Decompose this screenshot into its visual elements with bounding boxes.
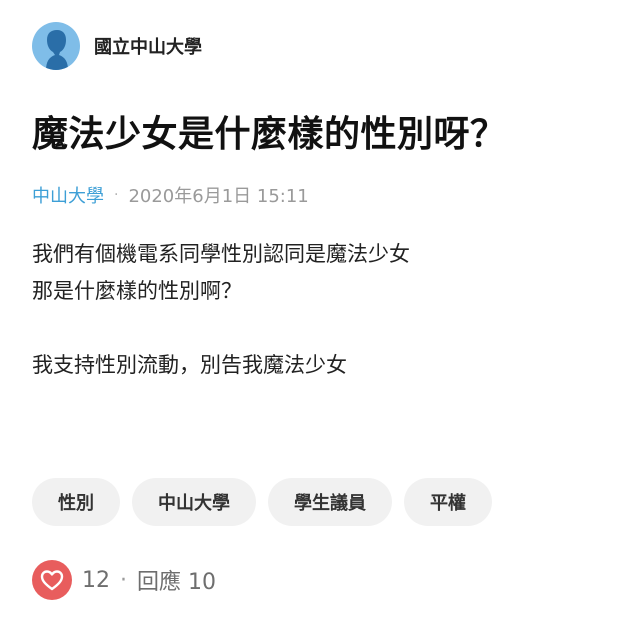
post-meta: 中山大學 · 2020年6月1日 15:11 (32, 182, 309, 208)
content-line-blank (32, 310, 410, 347)
like-count: 12 (82, 567, 110, 593)
post-timestamp: 2020年6月1日 15:11 (128, 186, 309, 207)
content-line: 那是什麼樣的性別啊？ (32, 279, 242, 303)
forum-name[interactable]: 國立中山大學 (94, 33, 202, 59)
forum-avatar[interactable] (32, 22, 80, 70)
tag-list: 性別 中山大學 學生議員 平權 (32, 478, 492, 526)
like-button[interactable] (32, 560, 72, 600)
meta-separator: · (114, 187, 119, 203)
post-content: 我們有個機電系同學性別認同是魔法少女 那是什麼樣的性別啊？ 我支持性別流動，別告… (32, 236, 410, 384)
content-line: 我們有個機電系同學性別認同是魔法少女 (32, 242, 410, 266)
tag-nsysu[interactable]: 中山大學 (132, 478, 256, 526)
footer-separator: · (120, 567, 127, 593)
tag-gender[interactable]: 性別 (32, 478, 120, 526)
heart-icon (40, 570, 64, 591)
tag-equality[interactable]: 平權 (404, 478, 492, 526)
tag-student-councilor[interactable]: 學生議員 (268, 478, 392, 526)
reply-count[interactable]: 回應 10 (137, 564, 216, 596)
person-silhouette-icon (46, 30, 68, 70)
content-line: 我支持性別流動，別告我魔法少女 (32, 353, 347, 377)
forum-header: 國立中山大學 (32, 22, 202, 70)
post-footer: 12 · 回應 10 (32, 560, 216, 600)
post-title: 魔法少女是什麼樣的性別呀？ (32, 114, 507, 155)
author-school-link[interactable]: 中山大學 (32, 182, 104, 208)
